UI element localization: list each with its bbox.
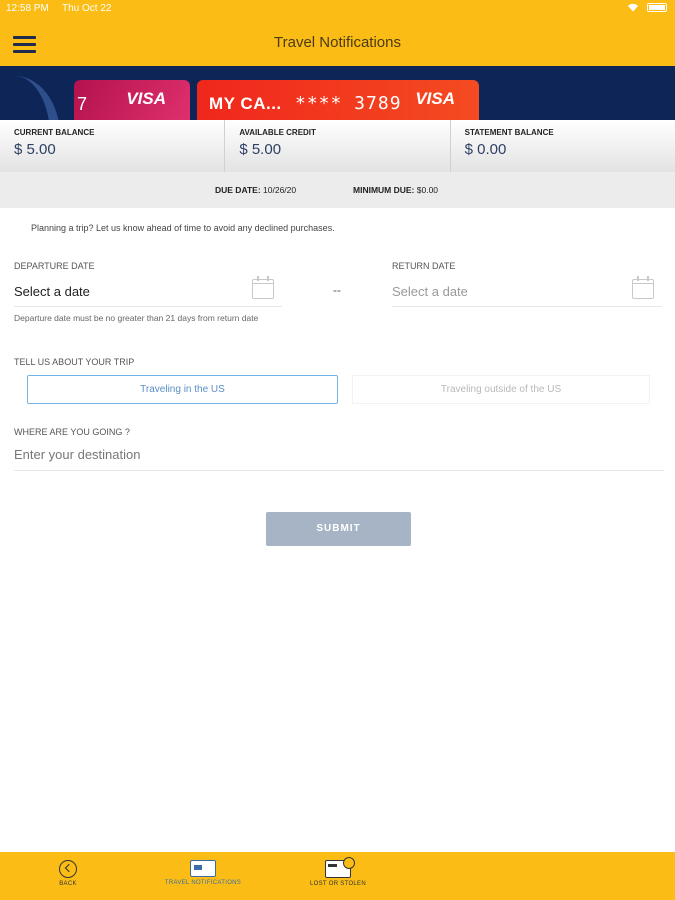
departure-date-placeholder: Select a date [14, 284, 90, 299]
banner-decoration [0, 76, 60, 120]
departure-date-label: DEPARTURE DATE [14, 261, 95, 271]
due-strip: DUE DATE: 10/26/20 MINIMUM DUE: $0.00 [0, 172, 675, 208]
balance-value: $ 5.00 [239, 141, 282, 158]
due-date-label: DUE DATE: [215, 185, 261, 195]
card-thumbnail-previous[interactable]: 7 VISA [74, 80, 190, 120]
status-day: Thu Oct 22 [62, 3, 112, 14]
balance-label: STATEMENT BALANCE [464, 128, 554, 137]
status-icons [627, 3, 667, 12]
card-thumbnail-selected[interactable]: MY CA... **** 3789 VISA [197, 80, 479, 120]
card-masked-number: **** 3789 [295, 93, 402, 114]
return-date-placeholder: Select a date [392, 284, 468, 299]
nav-label: TRAVEL NOTIFICATIONS [164, 880, 242, 886]
app-header: 12:58 PM Thu Oct 22 Travel Notifications [0, 0, 675, 66]
nav-travel-notifications[interactable]: TRAVEL NOTIFICATIONS [152, 860, 254, 886]
trip-type-label: TELL US ABOUT YOUR TRIP [14, 357, 135, 367]
destination-input[interactable]: Enter your destination [14, 447, 664, 471]
visa-logo: VISA [415, 89, 455, 108]
return-date-label: RETURN DATE [392, 261, 456, 271]
calendar-icon[interactable] [252, 276, 274, 299]
departure-date-field[interactable]: Select a date [14, 276, 282, 307]
status-bar: 12:58 PM Thu Oct 22 [0, 0, 675, 18]
return-date-field[interactable]: Select a date [392, 276, 662, 307]
card-name: MY CA... [209, 94, 282, 113]
current-balance: CURRENT BALANCE $ 5.00 [0, 120, 224, 172]
visa-logo: VISA [126, 89, 166, 108]
available-credit: AVAILABLE CREDIT $ 5.00 [224, 120, 449, 172]
wifi-icon [628, 3, 638, 12]
statement-balance: STATEMENT BALANCE $ 0.00 [449, 120, 675, 172]
card-carousel: 7 VISA MY CA... **** 3789 VISA [0, 66, 675, 120]
travel-notifications-icon [190, 860, 216, 877]
minimum-due: MINIMUM DUE: $0.00 [353, 185, 438, 195]
status-time: 12:58 PM [6, 3, 49, 14]
lost-or-stolen-icon [325, 857, 355, 878]
date-range-separator: -- [333, 283, 341, 297]
destination-label: WHERE ARE YOU GOING ? [14, 427, 130, 437]
due-date: DUE DATE: 10/26/20 [215, 185, 296, 195]
nav-lost-or-stolen[interactable]: LOST OR STOLEN [300, 857, 376, 887]
battery-icon [647, 3, 667, 12]
balance-value: $ 5.00 [14, 141, 56, 158]
destination-placeholder: Enter your destination [14, 447, 141, 462]
balance-label: CURRENT BALANCE [14, 128, 95, 137]
bottom-nav: BACK TRAVEL NOTIFICATIONS LOST OR STOLEN [0, 852, 675, 900]
balance-value: $ 0.00 [464, 141, 507, 158]
minimum-due-value: $0.00 [416, 185, 439, 195]
card-number-fragment: 7 [77, 94, 88, 114]
balance-label: AVAILABLE CREDIT [239, 128, 316, 137]
intro-text: Planning a trip? Let us know ahead of ti… [31, 223, 335, 233]
nav-label: LOST OR STOLEN [310, 881, 366, 887]
due-date-value: 10/26/20 [263, 185, 297, 195]
calendar-icon[interactable] [632, 276, 654, 299]
back-icon [59, 860, 77, 878]
page-title: Travel Notifications [274, 34, 401, 51]
balance-summary: CURRENT BALANCE $ 5.00 AVAILABLE CREDIT … [0, 120, 675, 172]
date-hint: Departure date must be no greater than 2… [14, 313, 259, 323]
traveling-in-us-option[interactable]: Traveling in the US [27, 375, 338, 404]
minimum-due-label: MINIMUM DUE: [353, 185, 415, 195]
nav-back[interactable]: BACK [48, 860, 88, 887]
traveling-outside-us-option[interactable]: Traveling outside of the US [352, 375, 650, 404]
submit-button[interactable]: SUBMIT [266, 512, 411, 546]
nav-label: BACK [59, 881, 77, 887]
